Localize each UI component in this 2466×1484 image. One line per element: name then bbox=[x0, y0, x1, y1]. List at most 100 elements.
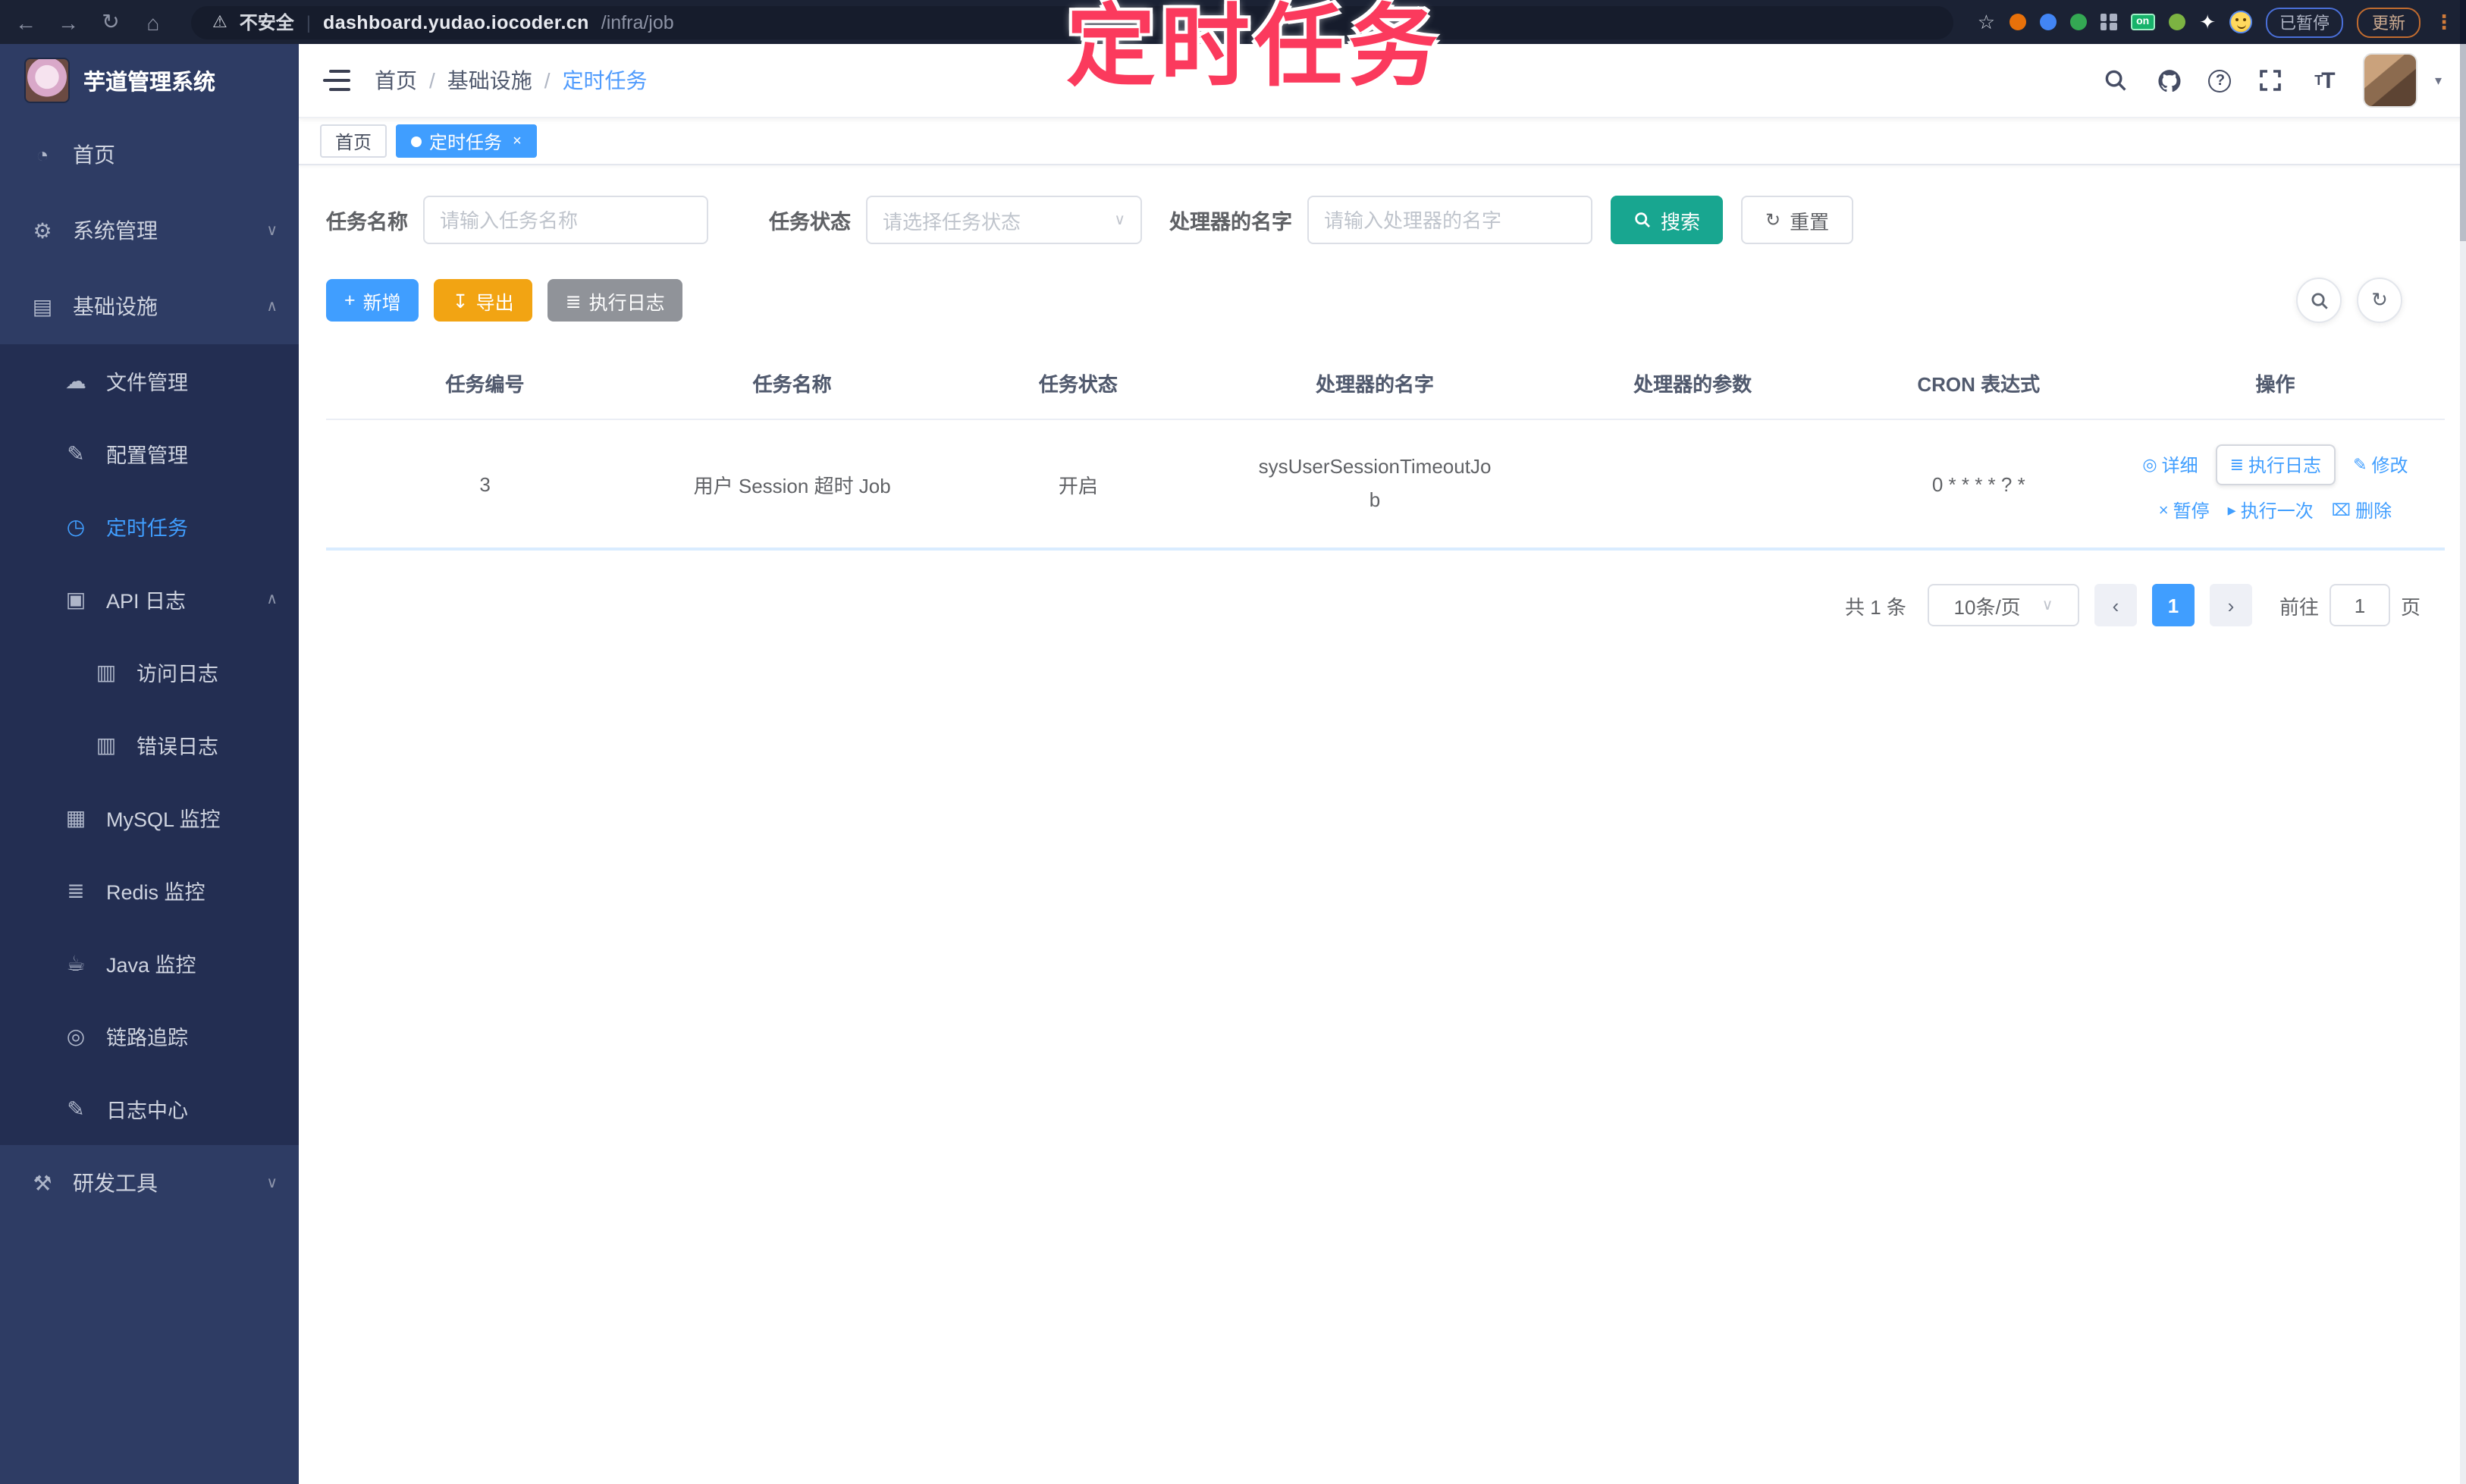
add-button[interactable]: + 新增 bbox=[326, 279, 419, 322]
breadcrumb-separator: / bbox=[544, 68, 551, 93]
tags-view-bar: 首页 定时任务 × bbox=[299, 118, 2466, 165]
export-button[interactable]: ↧ 导出 bbox=[434, 279, 532, 322]
cell-actions: ◎ 详细 ≣ 执行日志 ✎ 修改 × 暂停 ▸ 执行一次 ⌧ 删除 bbox=[2105, 419, 2445, 551]
breadcrumb-infrastructure[interactable]: 基础设施 bbox=[447, 65, 532, 96]
browser-menu-icon[interactable]: ⋮ bbox=[2434, 10, 2454, 34]
pause-link[interactable]: × 暂停 bbox=[2159, 497, 2210, 523]
close-tag-icon[interactable]: × bbox=[513, 133, 522, 149]
profile-emoji-avatar[interactable] bbox=[2229, 11, 2252, 33]
sidebar-item-error-logs[interactable]: ▥ 错误日志 bbox=[0, 708, 299, 781]
github-icon[interactable] bbox=[2156, 67, 2183, 94]
cell-handler-param bbox=[1533, 419, 1852, 551]
handler-name-input[interactable] bbox=[1307, 196, 1592, 244]
cell-job-id: 3 bbox=[326, 419, 645, 551]
window-scrollbar[interactable] bbox=[2460, 0, 2466, 1484]
browser-forward-icon[interactable]: → bbox=[55, 10, 82, 34]
breadcrumb-home[interactable]: 首页 bbox=[375, 65, 417, 96]
trash-icon: ⌧ bbox=[2331, 502, 2351, 520]
user-menu-caret-icon[interactable]: ▾ bbox=[2435, 72, 2442, 89]
run-once-link[interactable]: ▸ 执行一次 bbox=[2228, 497, 2314, 523]
next-page-button[interactable]: › bbox=[2209, 584, 2252, 626]
eye-icon: ◎ bbox=[66, 1023, 86, 1047]
sidebar-item-access-logs[interactable]: ▥ 访问日志 bbox=[0, 635, 299, 708]
toggle-search-icon[interactable] bbox=[2296, 278, 2342, 323]
sidebar-item-api-logs[interactable]: ▣ API 日志 ∧ bbox=[0, 563, 299, 635]
app-logo-row[interactable]: 芋道管理系统 bbox=[0, 44, 299, 117]
user-avatar[interactable] bbox=[2363, 53, 2418, 108]
sidebar-item-dev-tools[interactable]: ⚒ 研发工具 ∨ bbox=[0, 1145, 299, 1221]
job-name-input[interactable] bbox=[423, 196, 708, 244]
page-1-button[interactable]: 1 bbox=[2151, 584, 2195, 626]
pagination: 共 1 条 10条/页 ∨ ‹ 1 › 前往 页 bbox=[326, 584, 2445, 626]
annotation-watermark: 定时任务 bbox=[1066, 0, 1443, 97]
job-log-link[interactable]: ≣ 执行日志 bbox=[2216, 444, 2336, 485]
extension-icon[interactable] bbox=[2169, 14, 2186, 30]
extension-icon[interactable] bbox=[2039, 14, 2057, 30]
job-status-select[interactable]: 请选择任务状态 ∨ bbox=[866, 196, 1142, 244]
extensions-grid-icon[interactable] bbox=[2100, 14, 2117, 30]
font-size-icon[interactable]: TT bbox=[2311, 67, 2338, 94]
browser-reload-icon[interactable]: ↻ bbox=[97, 9, 124, 35]
delete-link[interactable]: ⌧ 删除 bbox=[2332, 497, 2392, 523]
sidebar-item-infrastructure[interactable]: ▤ 基础设施 ∧ bbox=[0, 268, 299, 344]
reset-button-label: 重置 bbox=[1790, 210, 1830, 233]
goto-label: 前往 bbox=[2279, 595, 2319, 618]
sidebar-item-home[interactable]: ◔ 首页 bbox=[0, 117, 299, 193]
detail-link[interactable]: ◎ 详细 bbox=[2142, 452, 2198, 478]
export-button-label: 导出 bbox=[475, 292, 514, 313]
search-form: 任务名称 任务状态 请选择任务状态 ∨ 处理器的名字 bbox=[326, 196, 2445, 244]
sidebar-item-label: 错误日志 bbox=[136, 736, 218, 758]
browser-home-icon[interactable]: ⌂ bbox=[140, 10, 167, 34]
bookmark-star-icon[interactable]: ☆ bbox=[1978, 10, 1995, 34]
vpn-on-badge[interactable]: on bbox=[2130, 14, 2156, 30]
help-icon[interactable]: ? bbox=[2208, 69, 2232, 92]
col-actions: 操作 bbox=[2105, 347, 2445, 420]
prev-page-button[interactable]: ‹ bbox=[2094, 584, 2137, 626]
sidebar-item-config-management[interactable]: ✎ 配置管理 bbox=[0, 417, 299, 490]
sidebar-item-file-management[interactable]: ☁ 文件管理 bbox=[0, 344, 299, 417]
reset-button[interactable]: ↻ 重置 bbox=[1741, 196, 1854, 244]
play-icon: ▸ bbox=[2227, 502, 2236, 520]
goto-page-input[interactable] bbox=[2329, 584, 2390, 626]
gear-icon: ⚙ bbox=[33, 218, 52, 242]
collapse-sidebar-icon[interactable] bbox=[323, 70, 350, 91]
select-placeholder: 请选择任务状态 bbox=[883, 210, 1021, 233]
sidebar-item-mysql-monitor[interactable]: ▦ MySQL 监控 bbox=[0, 781, 299, 854]
update-button[interactable]: 更新 bbox=[2357, 7, 2421, 37]
app-logo bbox=[24, 58, 70, 103]
extension-icon[interactable] bbox=[2069, 14, 2087, 30]
sidebar-item-trace[interactable]: ◎ 链路追踪 bbox=[0, 999, 299, 1072]
extension-icon[interactable] bbox=[2009, 14, 2026, 30]
chevron-up-icon: ∧ bbox=[266, 591, 278, 607]
total-count: 共 1 条 bbox=[1845, 595, 1906, 618]
database-icon: ▦ bbox=[65, 805, 86, 829]
tag-scheduled-jobs[interactable]: 定时任务 × bbox=[396, 124, 537, 158]
job-log-link-label: 执行日志 bbox=[2248, 455, 2322, 476]
edit-link[interactable]: ✎ 修改 bbox=[2353, 452, 2408, 478]
sidebar-item-system-management[interactable]: ⚙ 系统管理 ∨ bbox=[0, 193, 299, 268]
not-secure-label[interactable]: 不安全 bbox=[240, 9, 294, 35]
pause-icon: × bbox=[2158, 501, 2169, 519]
paused-badge[interactable]: 已暂停 bbox=[2266, 7, 2343, 37]
sidebar-item-log-center[interactable]: ✎ 日志中心 bbox=[0, 1072, 299, 1145]
sidebar-item-java-monitor[interactable]: ☕ Java 监控 bbox=[0, 927, 299, 999]
search-button[interactable]: 搜索 bbox=[1611, 196, 1724, 244]
browser-back-icon[interactable]: ← bbox=[12, 10, 39, 34]
run-once-link-label: 执行一次 bbox=[2240, 500, 2314, 522]
tag-home[interactable]: 首页 bbox=[320, 124, 387, 158]
sidebar-item-label: API 日志 bbox=[106, 590, 187, 613]
sidebar-item-redis-monitor[interactable]: ≣ Redis 监控 bbox=[0, 854, 299, 927]
pin-extension-icon[interactable]: ✦ bbox=[2199, 10, 2216, 34]
cell-handler-name: sysUserSessionTimeoutJob bbox=[1216, 419, 1534, 551]
page-size-select[interactable]: 10条/页 ∨ bbox=[1927, 584, 2079, 626]
log-icon: ≣ bbox=[2229, 456, 2245, 475]
job-name-label: 任务名称 bbox=[326, 211, 408, 234]
chevron-down-icon: ∨ bbox=[2041, 597, 2053, 613]
execution-log-button[interactable]: ≣ 执行日志 bbox=[547, 279, 683, 322]
sidebar-item-scheduled-jobs[interactable]: ◷ 定时任务 bbox=[0, 490, 299, 563]
refresh-table-icon[interactable]: ↻ bbox=[2357, 278, 2402, 323]
url-domain: dashboard.yudao.iocoder.cn bbox=[323, 11, 589, 33]
fullscreen-icon[interactable] bbox=[2257, 67, 2285, 94]
search-icon[interactable] bbox=[2103, 67, 2130, 94]
breadcrumb-separator: / bbox=[429, 68, 435, 93]
